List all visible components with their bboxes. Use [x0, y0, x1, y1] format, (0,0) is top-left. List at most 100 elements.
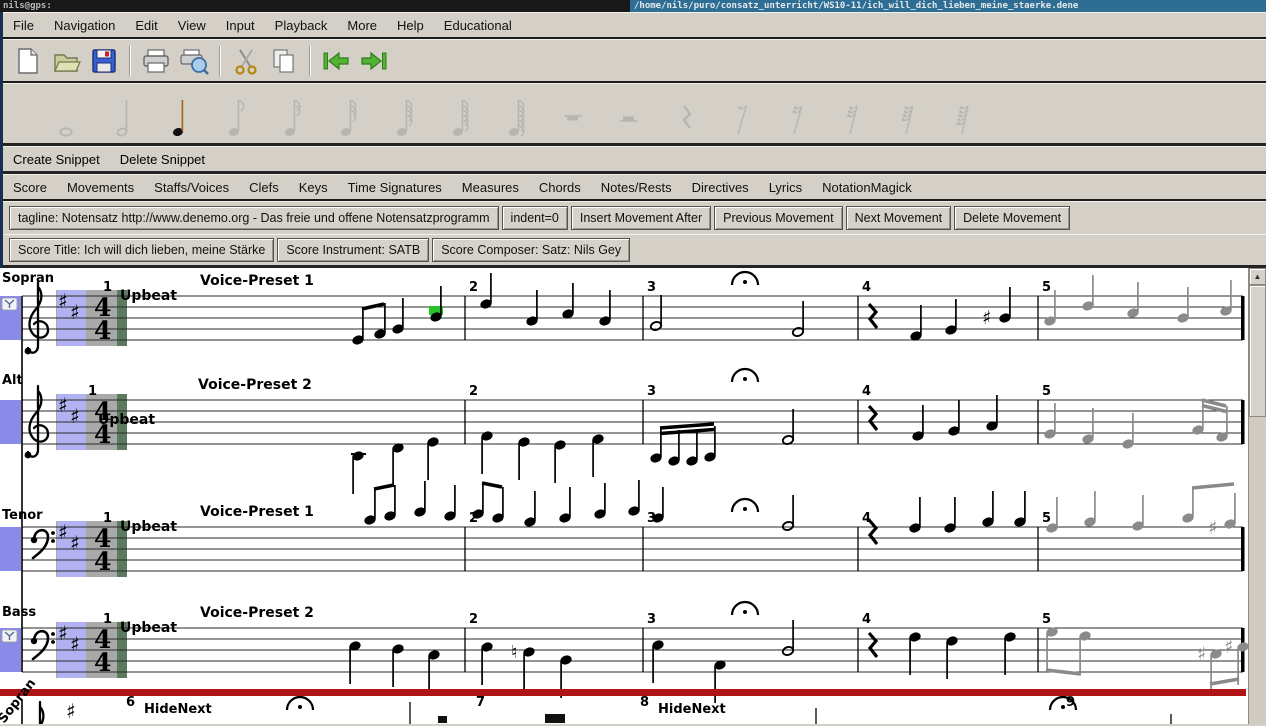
upbeat-label: Upbeat	[98, 412, 155, 428]
upbeat-label: Upbeat	[120, 288, 177, 304]
delete-snippet-button[interactable]: Delete Snippet	[110, 148, 215, 171]
note-button-thirtysecond-rest[interactable]	[827, 86, 883, 142]
half-rest-icon	[614, 90, 648, 142]
toolbar-button-print[interactable]	[137, 43, 175, 79]
menu-item-navigation[interactable]: Navigation	[44, 14, 125, 37]
directive-button-tagline-notensatz-http-www-den[interactable]: tagline: Notensatz http://www.denemo.org…	[9, 206, 499, 230]
menu-item-edit[interactable]: Edit	[125, 14, 167, 37]
voice-preset-label: Voice-Preset 2	[200, 605, 314, 621]
new-document-icon	[12, 46, 44, 76]
thirtysecond-note-icon	[334, 90, 368, 142]
thirtysecond-rest-icon	[838, 90, 872, 142]
score-drawing[interactable]: ♯♯44Sopran1UpbeatVoice-Preset 12345♯♯♯44…	[0, 268, 1248, 724]
directive-button-insert-movement-after[interactable]: Insert Movement After	[571, 206, 711, 230]
menu-item-help[interactable]: Help	[387, 14, 434, 37]
scrollbar-thumb[interactable]	[1249, 285, 1266, 417]
object-menu-item-notationmagick[interactable]: NotationMagick	[812, 176, 922, 199]
object-menu-item-movements[interactable]: Movements	[57, 176, 144, 199]
menu-item-file[interactable]: File	[3, 14, 44, 37]
upbeat-label: Upbeat	[120, 620, 177, 636]
directive-button-indent-0[interactable]: indent=0	[502, 206, 568, 230]
directive-button-score-instrument-satb[interactable]: Score Instrument: SATB	[277, 238, 429, 262]
object-menu-item-score[interactable]: Score	[3, 176, 57, 199]
toolbar-button-nav-back[interactable]	[317, 43, 355, 79]
note-button-half-rest[interactable]	[603, 86, 659, 142]
toolbar-separator	[219, 46, 221, 76]
measure-number: 8	[640, 695, 649, 710]
key-signature-sharp-1: ♯	[58, 289, 68, 313]
note-button-eighth-rest[interactable]	[715, 86, 771, 142]
key-signature-sharp-2: ♯	[70, 404, 80, 428]
note-button-sixteenth-note[interactable]	[267, 86, 323, 142]
main-toolbar	[3, 39, 1266, 81]
score-canvas[interactable]: ♯♯44Sopran1UpbeatVoice-Preset 12345♯♯♯44…	[0, 268, 1266, 724]
whole-rest-icon	[558, 90, 592, 142]
sixteenth-note-icon	[278, 90, 312, 142]
key-signature-sharp-2: ♯	[70, 632, 80, 656]
note-button-whole-note[interactable]	[43, 86, 99, 142]
object-menu-item-staffs-voices[interactable]: Staffs/Voices	[144, 176, 239, 199]
staff-alt[interactable]	[0, 386, 1245, 458]
menu-item-view[interactable]: View	[168, 14, 216, 37]
directive-button-next-movement[interactable]: Next Movement	[846, 206, 952, 230]
toolbar-button-cut[interactable]	[227, 43, 265, 79]
note-button-sixteenth-rest[interactable]	[771, 86, 827, 142]
window-title: nils@gps:	[0, 1, 630, 11]
upbeat-label: Upbeat	[120, 519, 177, 535]
note-button-half-note[interactable]	[99, 86, 155, 142]
eighth-rest-icon	[726, 90, 760, 142]
cut-icon	[230, 46, 262, 76]
note-button-quarter-rest[interactable]	[659, 86, 715, 142]
note-button-eighth-note[interactable]	[211, 86, 267, 142]
note-button-quarter-note[interactable]	[155, 86, 211, 142]
voice-preset-label: Voice-Preset 1	[200, 273, 314, 289]
staff-label-bass: Bass	[2, 605, 36, 620]
note-button-onetwentyeighth-rest[interactable]	[939, 86, 995, 142]
measure-number: 1	[88, 384, 97, 399]
menu-item-playback[interactable]: Playback	[265, 14, 338, 37]
toolbar-button-open-folder[interactable]	[47, 43, 85, 79]
note-button-sixtyfourth-note[interactable]	[379, 86, 435, 142]
object-menu-item-directives[interactable]: Directives	[682, 176, 759, 199]
note-button-onetwentyeighth-note[interactable]	[435, 86, 491, 142]
staff-tenor[interactable]	[0, 483, 1245, 577]
note-button-whole-rest[interactable]	[547, 86, 603, 142]
sharp-accidental: ♯	[1224, 636, 1233, 658]
directive-button-score-composer-satz-nils-gey[interactable]: Score Composer: Satz: Nils Gey	[432, 238, 630, 262]
vertical-scrollbar[interactable]: ▲	[1248, 268, 1266, 724]
time-signature-lower: 4	[94, 547, 111, 576]
toolbar-button-print-preview[interactable]	[175, 43, 213, 79]
staff-bass[interactable]	[0, 622, 1245, 684]
object-menu-item-notes-rests[interactable]: Notes/Rests	[591, 176, 682, 199]
menu-item-educational[interactable]: Educational	[434, 14, 522, 37]
object-menu-bar: ScoreMovementsStaffs/VoicesClefsKeysTime…	[3, 174, 1266, 199]
snippet-bar: Create Snippet Delete Snippet	[3, 146, 1266, 171]
directive-button-score-title-ich-will-dich-lieb[interactable]: Score Title: Ich will dich lieben, meine…	[9, 238, 274, 262]
toolbar-button-new-document[interactable]	[9, 43, 47, 79]
scrollbar-up-button[interactable]: ▲	[1249, 268, 1266, 285]
sixtyfourth-note-icon	[390, 90, 424, 142]
object-menu-item-lyrics[interactable]: Lyrics	[759, 176, 812, 199]
object-menu-item-clefs[interactable]: Clefs	[239, 176, 289, 199]
note-button-sixtyfourth-rest[interactable]	[883, 86, 939, 142]
object-menu-item-keys[interactable]: Keys	[289, 176, 338, 199]
toolbar-button-nav-forward[interactable]	[355, 43, 393, 79]
measure-number: 1	[103, 280, 112, 295]
note-button-twofiftysixth-note[interactable]	[491, 86, 547, 142]
nav-forward-icon	[358, 46, 390, 76]
note-button-thirtysecond-note[interactable]	[323, 86, 379, 142]
object-menu-item-chords[interactable]: Chords	[529, 176, 591, 199]
directive-button-previous-movement[interactable]: Previous Movement	[714, 206, 842, 230]
object-menu-item-time-signatures[interactable]: Time Signatures	[338, 176, 452, 199]
key-signature-sharp-2: ♯	[70, 531, 80, 555]
hide-next-directive: HideNext	[658, 702, 726, 717]
object-menu-item-measures[interactable]: Measures	[452, 176, 529, 199]
hide-next-directive: HideNext	[144, 702, 212, 717]
menu-item-input[interactable]: Input	[216, 14, 265, 37]
create-snippet-button[interactable]: Create Snippet	[3, 148, 110, 171]
menu-item-more[interactable]: More	[337, 14, 387, 37]
staff-sopran[interactable]	[0, 282, 1245, 354]
directive-button-delete-movement[interactable]: Delete Movement	[954, 206, 1070, 230]
toolbar-button-save[interactable]	[85, 43, 123, 79]
toolbar-button-copy[interactable]	[265, 43, 303, 79]
